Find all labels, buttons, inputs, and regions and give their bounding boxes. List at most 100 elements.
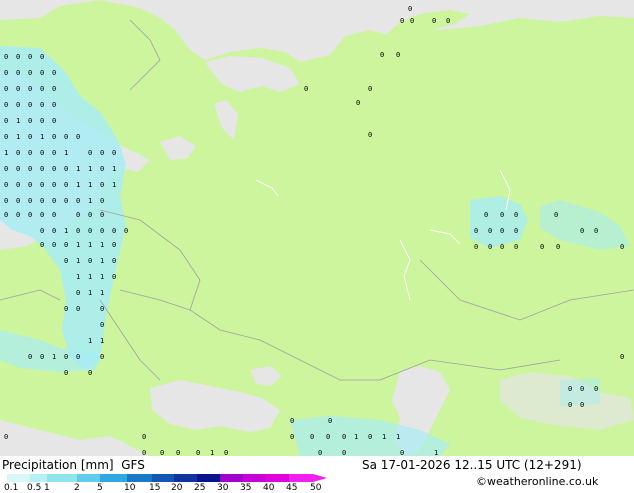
legend-arrow: [313, 474, 327, 482]
legend-tick-label: 20: [171, 483, 183, 493]
grid-point-marker: 0: [124, 227, 129, 235]
grid-point-marker: 0: [488, 227, 493, 235]
model-name: GFS: [121, 458, 145, 472]
grid-point-marker: 0: [4, 181, 9, 189]
grid-point-marker: 0: [580, 227, 585, 235]
grid-point-marker: 0: [16, 211, 21, 219]
grid-point-marker: 0: [112, 149, 117, 157]
grid-point-marker: 0: [16, 149, 21, 157]
grid-point-marker: 0: [4, 133, 9, 141]
grid-point-marker: 0: [76, 133, 81, 141]
legend-tick-label: 1: [44, 483, 50, 493]
grid-point-marker: 0: [64, 369, 69, 377]
legend-swatch: [174, 474, 197, 482]
grid-point-marker: 1: [52, 353, 57, 361]
grid-point-marker: 0: [100, 165, 105, 173]
precip-area-siberia: [470, 196, 528, 248]
grid-point-marker: 0: [64, 133, 69, 141]
grid-point-marker: 0: [100, 181, 105, 189]
grid-point-marker: 0: [64, 241, 69, 249]
grid-point-marker: 0: [100, 321, 105, 329]
grid-point-marker: 0: [16, 101, 21, 109]
grid-point-marker: 1: [100, 337, 105, 345]
grid-point-marker: 0: [4, 53, 9, 61]
grid-point-marker: 1: [76, 273, 81, 281]
grid-point-marker: 1: [88, 273, 93, 281]
grid-point-marker: 0: [40, 149, 45, 157]
grid-point-marker: 1: [382, 433, 387, 441]
grid-point-marker: 0: [368, 433, 373, 441]
grid-point-marker: 0: [540, 243, 545, 251]
grid-point-marker: 0: [52, 117, 57, 125]
legend-swatch: [220, 474, 243, 482]
grid-point-marker: 0: [64, 197, 69, 205]
grid-point-marker: 0: [16, 197, 21, 205]
grid-point-marker: 0: [408, 5, 413, 13]
precip-area-baltic: [0, 46, 126, 370]
grid-point-marker: 0: [326, 433, 331, 441]
grid-point-marker: 1: [88, 337, 93, 345]
grid-point-marker: 0: [500, 243, 505, 251]
grid-point-marker: 0: [580, 385, 585, 393]
grid-point-marker: 0: [40, 353, 45, 361]
grid-point-marker: 0: [304, 85, 309, 93]
grid-point-marker: 0: [4, 197, 9, 205]
grid-point-marker: 1: [88, 241, 93, 249]
grid-point-marker: 0: [52, 101, 57, 109]
legend-tick-label: 50: [310, 483, 322, 493]
legend-swatch: [266, 474, 289, 482]
grid-point-marker: 0: [112, 257, 117, 265]
grid-point-marker: 0: [52, 85, 57, 93]
grid-point-marker: 0: [4, 101, 9, 109]
grid-point-marker: 1: [354, 433, 359, 441]
grid-point-marker: 1: [88, 165, 93, 173]
grid-point-marker: 0: [64, 305, 69, 313]
grid-point-marker: 1: [76, 181, 81, 189]
grid-point-marker: 0: [410, 17, 415, 25]
grid-point-marker: 0: [40, 181, 45, 189]
grid-point-marker: 0: [28, 133, 33, 141]
grid-point-marker: 0: [112, 227, 117, 235]
grid-point-marker: 0: [76, 289, 81, 297]
grid-point-marker: 0: [28, 211, 33, 219]
sea-of-azov: [250, 366, 282, 386]
grid-point-marker: 0: [500, 211, 505, 219]
grid-point-marker: 0: [356, 99, 361, 107]
grid-point-marker: 0: [76, 197, 81, 205]
grid-point-marker: 0: [16, 85, 21, 93]
copyright: ©weatheronline.co.uk: [476, 475, 599, 488]
grid-point-marker: 0: [514, 243, 519, 251]
grid-point-marker: 0: [4, 117, 9, 125]
grid-point-marker: 0: [568, 385, 573, 393]
grid-point-marker: 1: [64, 227, 69, 235]
precipitation-map[interactable]: 0000000000000000000010000101000100001000…: [0, 0, 634, 456]
legend-tick-label: 40: [263, 483, 275, 493]
legend-tick-label: 25: [194, 483, 206, 493]
grid-point-marker: 0: [88, 149, 93, 157]
legend-swatch: [100, 474, 127, 482]
grid-point-marker: 0: [28, 165, 33, 173]
arctic-sea: [0, 0, 634, 62]
grid-point-marker: 0: [28, 197, 33, 205]
grid-point-marker: 1: [88, 289, 93, 297]
grid-point-marker: 1: [16, 133, 21, 141]
grid-point-marker: 0: [28, 181, 33, 189]
grid-point-marker: 0: [52, 227, 57, 235]
grid-point-marker: 1: [100, 241, 105, 249]
legend-swatch: [289, 474, 313, 482]
legend-title: Precipitation [mm] GFS: [2, 458, 145, 472]
grid-point-marker: 0: [52, 149, 57, 157]
grid-point-marker: 0: [500, 227, 505, 235]
grid-point-marker: 0: [52, 241, 57, 249]
grid-point-marker: 0: [88, 369, 93, 377]
legend-swatch: [197, 474, 220, 482]
legend-tick-label: 15: [149, 483, 161, 493]
grid-point-marker: 1: [40, 133, 45, 141]
mediterranean-sea: [0, 420, 150, 456]
grid-point-marker: 0: [16, 181, 21, 189]
grid-point-marker: 1: [100, 273, 105, 281]
grid-point-marker: 0: [88, 227, 93, 235]
grid-point-marker: 0: [100, 353, 105, 361]
grid-point-marker: 1: [112, 181, 117, 189]
legend-tick-label: 45: [286, 483, 298, 493]
